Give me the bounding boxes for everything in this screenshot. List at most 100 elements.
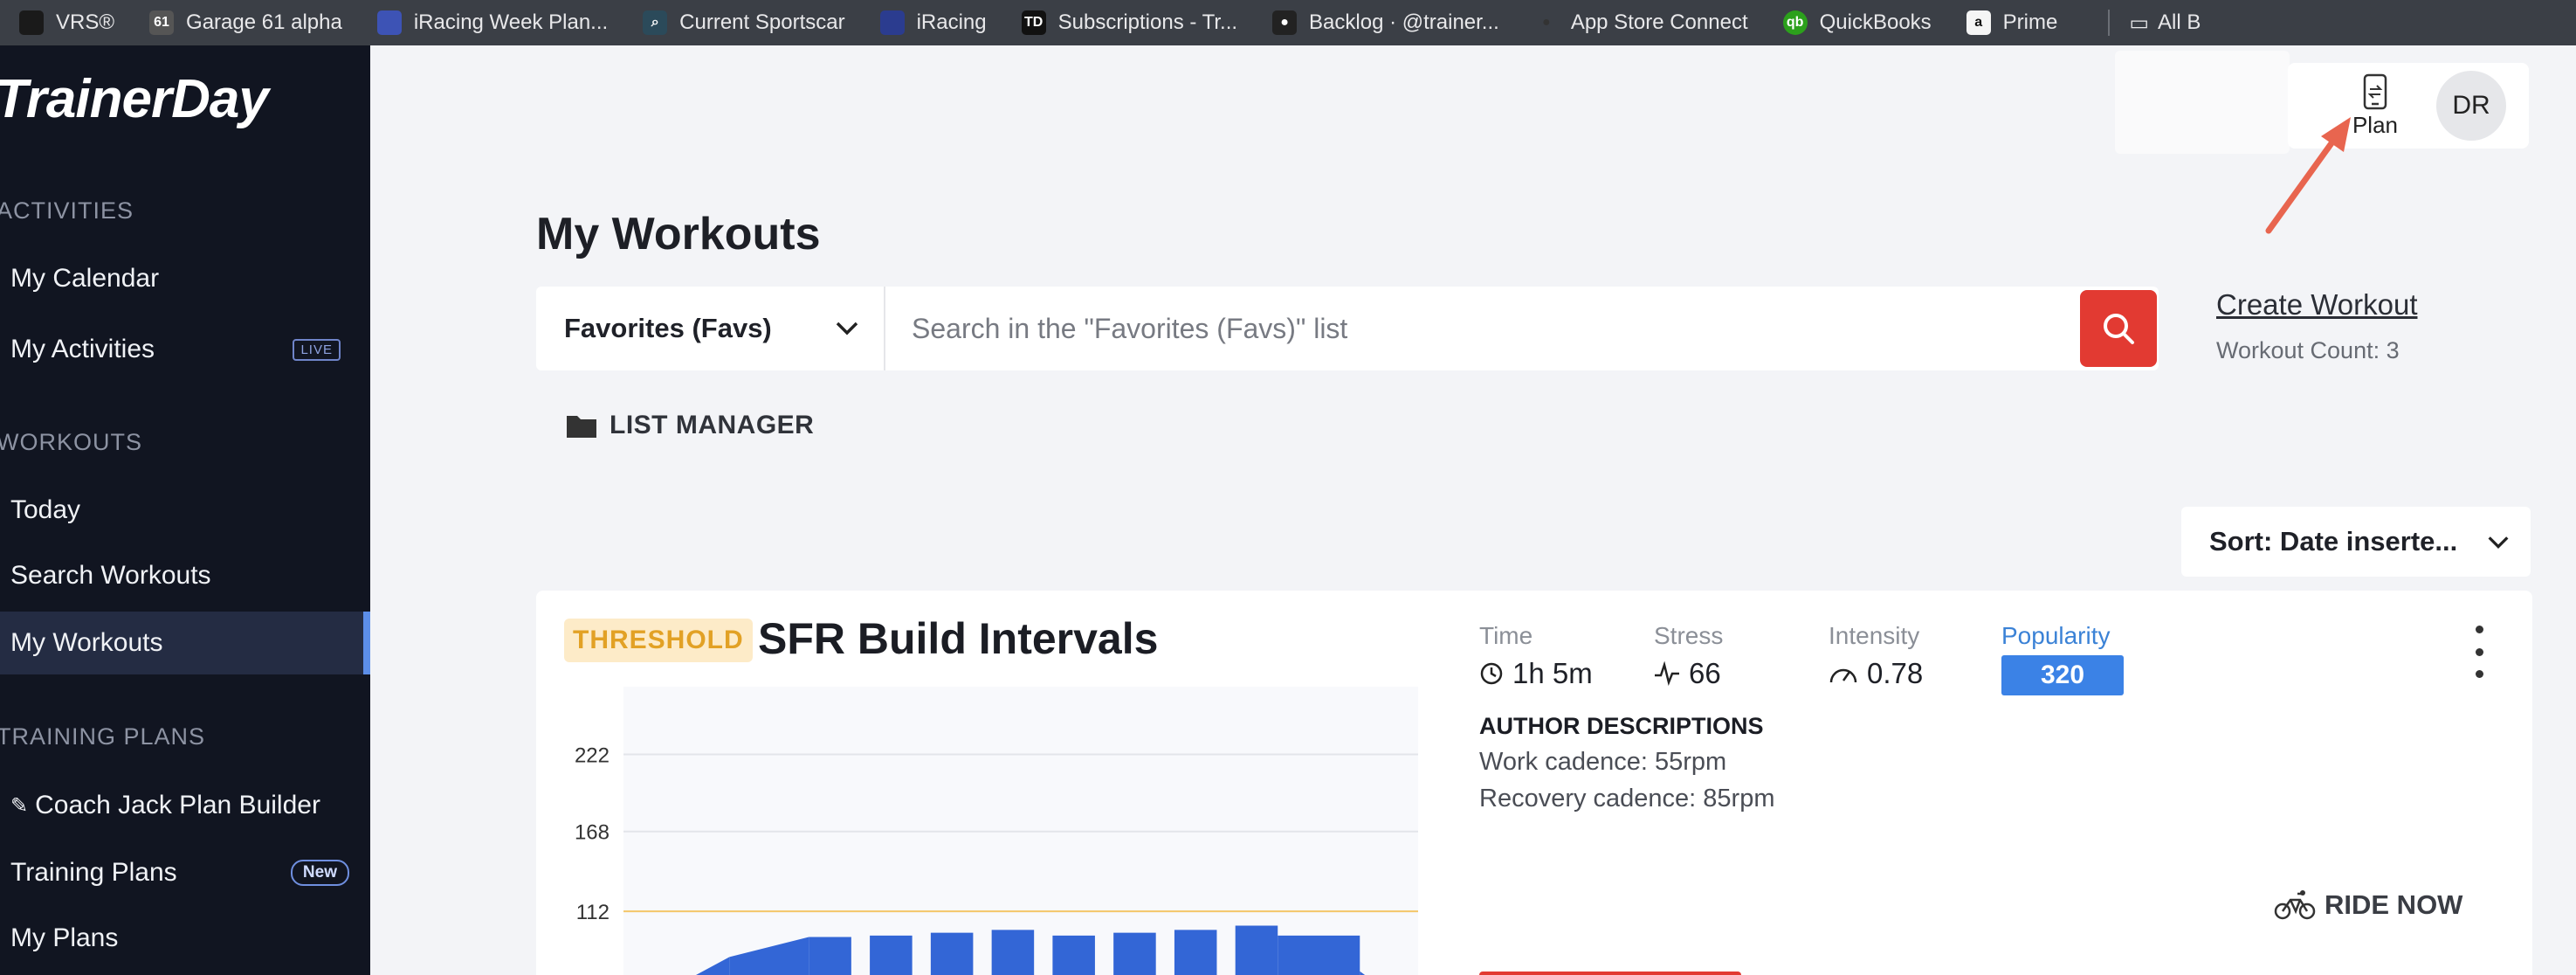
list-select-value: Favorites (Favs) (564, 313, 772, 343)
workout-title[interactable]: SFR Build Intervals (758, 613, 1158, 664)
search-button[interactable] (2080, 290, 2157, 367)
bookmark-label: Prime (2002, 10, 2058, 34)
stat-intensity: Intensity 0.78 (1829, 622, 1923, 690)
sidebar-item-label: My Activities (10, 335, 155, 363)
workout-segment (930, 932, 974, 975)
bookmark-item[interactable]: ● App Store Connect (1534, 10, 1748, 35)
chevron-down-icon (836, 322, 858, 335)
ride-now-button[interactable]: RIDE NOW (2274, 889, 2462, 921)
all-bookmarks[interactable]: ▭ All B (2129, 10, 2201, 36)
action-button-top[interactable] (1479, 972, 1741, 975)
list-manager-button[interactable]: LIST MANAGER (566, 411, 814, 440)
workout-segment (1235, 925, 1278, 975)
workout-segment (1052, 935, 1095, 975)
amazon-icon: a (1966, 10, 1991, 35)
avatar[interactable]: DR (2436, 71, 2506, 141)
workout-segment (870, 935, 913, 975)
search-bar: Favorites (Favs) (536, 287, 2159, 370)
workout-card[interactable]: THRESHOLD SFR Build Intervals 2221681125… (536, 591, 2532, 975)
folder-icon: ▭ (2129, 10, 2150, 35)
sort-value: Sort: Date inserte... (2209, 526, 2458, 557)
sidebar-item-training-plans[interactable]: Training Plans New (0, 841, 370, 904)
zone-tag: THRESHOLD (564, 619, 753, 662)
garage61-icon: 61 (149, 10, 175, 35)
stat-label: Time (1479, 622, 1533, 649)
workout-count: Workout Count: 3 (2216, 337, 2400, 363)
vrs-icon (19, 10, 44, 35)
stat-label: Intensity (1829, 622, 1920, 649)
bookmark-icon (376, 10, 402, 35)
bookmark-item[interactable]: ● Backlog · @trainer... (1272, 10, 1499, 35)
author-line: Work cadence: 55rpm (1479, 748, 1727, 776)
stat-label: Stress (1654, 622, 1724, 649)
bookmark-label: VRS® (56, 10, 115, 34)
apple-icon: ● (1541, 15, 1551, 30)
sidebar-item-label: My Calendar (10, 264, 160, 293)
bookmark-item[interactable]: ⌕ Current Sportscar (643, 10, 845, 35)
sidebar-item-my-plans[interactable]: My Plans (0, 907, 370, 970)
bookmark-item[interactable]: iRacing Week Plan... (376, 10, 609, 35)
sidebar-item-search-workouts[interactable]: Search Workouts (0, 544, 370, 607)
bookmark-label: QuickBooks (1819, 10, 1932, 34)
new-badge: New (290, 860, 349, 886)
pulse-icon (1655, 661, 1679, 686)
y-tick-label: 168 (575, 821, 610, 845)
workout-power-chart: 22216811256 (575, 687, 1418, 975)
stat-stress: Stress 66 (1654, 622, 1723, 690)
annotation-arrow-icon (2265, 117, 2351, 234)
gauge-icon (1829, 668, 1857, 683)
trainerday-logo[interactable]: TrainerDay (0, 68, 269, 130)
bookmark-item[interactable]: 61 Garage 61 alpha (149, 10, 342, 35)
github-icon: ● (1272, 10, 1298, 35)
bookmark-label: Current Sportscar (679, 10, 845, 34)
bookmark-label: iRacing Week Plan... (413, 10, 609, 34)
sidebar-item-coach-jack[interactable]: ✎ Coach Jack Plan Builder (0, 774, 370, 837)
y-tick-label: 222 (575, 744, 610, 768)
folder-icon (567, 416, 596, 438)
bookmark-item[interactable]: qb QuickBooks (1782, 10, 1932, 35)
section-heading-training-plans: TRAINING PLANS (0, 723, 206, 750)
chevron-down-icon (2488, 536, 2509, 550)
more-options-icon[interactable] (2466, 626, 2492, 678)
search-input[interactable] (912, 302, 2090, 355)
list-manager-label: LIST MANAGER (610, 411, 815, 439)
workout-segment (1174, 930, 1217, 975)
sidebar-item-my-calendar[interactable]: My Calendar (0, 247, 370, 310)
bookmark-label: Subscriptions - Tr... (1057, 10, 1238, 34)
stat-label: Popularity (2001, 622, 2111, 649)
ride-now-label: RIDE NOW (2325, 889, 2463, 920)
bookmark-label: All B (2158, 10, 2201, 34)
bookmark-item[interactable]: TD Subscriptions - Tr... (1021, 10, 1238, 35)
sidebar-item-label: My Plans (10, 923, 119, 952)
quickbooks-icon: qb (1782, 10, 1808, 35)
workout-segment (1113, 932, 1156, 975)
bicycle-icon (2274, 890, 2316, 920)
bookmark-item[interactable]: a Prime (1966, 10, 2058, 35)
sidebar-item-today[interactable]: Today (0, 479, 370, 542)
create-workout-link[interactable]: Create Workout (2216, 288, 2417, 322)
list-select[interactable]: Favorites (Favs) (536, 287, 885, 370)
iracing-icon (879, 10, 905, 35)
bookmarks-bar: VRS® 61 Garage 61 alpha iRacing Week Plan..… (0, 0, 2576, 45)
sidebar-item-my-workouts[interactable]: My Workouts (0, 612, 370, 674)
trainerday-icon: TD (1021, 10, 1046, 35)
section-heading-workouts: WORKOUTS (0, 429, 142, 455)
bookmark-label: iRacing (916, 10, 987, 34)
stat-value: 0.78 (1867, 657, 1924, 689)
author-line: Recovery cadence: 85rpm (1479, 785, 1775, 812)
popularity-badge: 320 (2001, 655, 2124, 695)
section-heading-activities: ACTIVITIES (0, 197, 134, 224)
workout-segment (1278, 935, 1360, 975)
sidebar-item-my-activities[interactable]: My Activities LIVE (0, 318, 370, 381)
bookmark-item[interactable]: VRS® (19, 10, 114, 35)
rocket-icon: ✎ (10, 793, 29, 818)
stat-time: Time 1h 5m (1479, 622, 1593, 690)
bookmark-item[interactable]: iRacing (879, 10, 987, 35)
sidebar-item-label: Today (10, 495, 81, 524)
author-descriptions-heading: AUTHOR DESCRIPTIONS (1479, 713, 1764, 739)
sidebar-item-label: My Workouts (10, 628, 163, 657)
bookmark-label: App Store Connect (1570, 10, 1748, 34)
sort-select[interactable]: Sort: Date inserte... (2181, 507, 2531, 577)
sidebar-item-label: Search Workouts (10, 561, 211, 590)
workout-segment (809, 937, 851, 975)
